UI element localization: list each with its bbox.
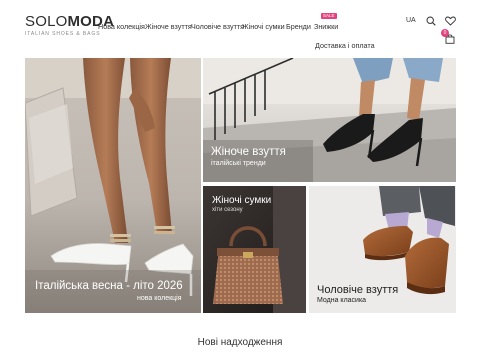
nav-item-women-shoes[interactable]: Жіноче взуття <box>145 22 192 31</box>
banner-spring-summer-title: Італійська весна - літо 2026 <box>35 280 183 292</box>
banner-women-bags[interactable]: Жіночі сумки хіти сезону <box>203 186 306 313</box>
banner-women-shoes[interactable]: Жіноче взуття італійські тренди <box>203 58 456 182</box>
nav-item-women-bags[interactable]: Жіночі сумки <box>242 22 285 31</box>
nav-item-men-shoes[interactable]: Чоловіче взуття <box>191 22 244 31</box>
new-arrivals-heading: Нові надходження <box>197 337 283 348</box>
banner-men-shoes-subtitle: Модна класика <box>317 297 367 304</box>
banner-spring-summer[interactable]: Італійська весна - літо 2026 нова колекц… <box>25 58 201 313</box>
banner-spring-summer-image <box>25 58 201 313</box>
nav-item-brands[interactable]: Бренди <box>286 22 311 31</box>
banner-men-shoes[interactable]: Чоловіче взуття Модна класика <box>309 186 456 313</box>
language-switch[interactable]: UA <box>406 17 416 24</box>
banner-men-shoes-title: Чоловіче взуття <box>317 284 399 296</box>
nav-item-delivery[interactable]: Доставка і оплата <box>315 41 375 50</box>
nav-item-sale[interactable]: SALE Знижки <box>314 13 339 31</box>
search-icon[interactable] <box>426 16 436 26</box>
banner-spring-summer-subtitle: нова колекція <box>137 295 182 302</box>
banner-women-bags-title: Жіночі сумки <box>212 195 272 206</box>
banner-women-bags-subtitle: хіти сезону <box>212 207 243 213</box>
logo-tagline: ITALIAN SHOES & BAGS <box>25 31 101 37</box>
nav-item-sale-label: Знижки <box>314 22 339 31</box>
banner-women-shoes-subtitle: італійські тренди <box>211 160 266 167</box>
nav-item-new-collection[interactable]: Нова колекція <box>98 22 145 31</box>
banner-women-shoes-title: Жіноче взуття <box>211 146 286 158</box>
sale-badge: SALE <box>321 13 337 19</box>
heart-icon[interactable] <box>445 16 456 26</box>
cart-count-badge: 0 <box>441 29 449 37</box>
